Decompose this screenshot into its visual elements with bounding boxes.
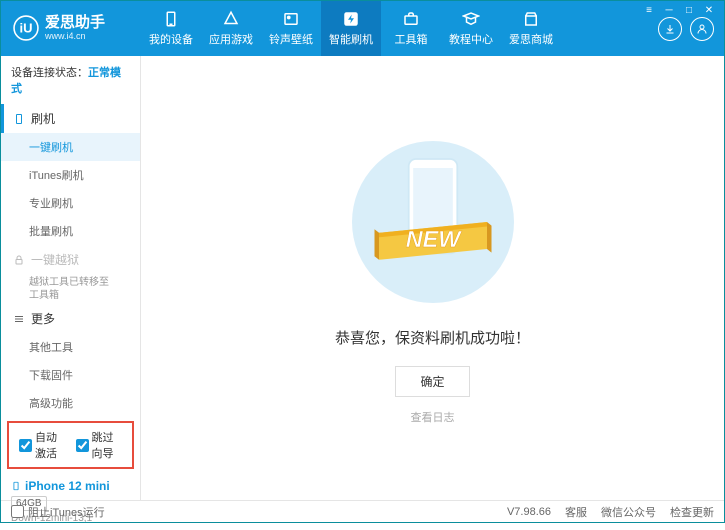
success-illustration: NEW [343, 132, 523, 312]
sidebar-item-advanced[interactable]: 高级功能 [1, 389, 140, 417]
flash-icon [342, 10, 360, 28]
close-button[interactable]: ✕ [700, 3, 718, 17]
view-log-link[interactable]: 查看日志 [411, 409, 455, 425]
user-icon [696, 23, 708, 35]
app-logo-icon: iU [13, 15, 39, 41]
app-title: 爱思助手 [45, 15, 105, 32]
ok-button[interactable]: 确定 [395, 366, 469, 397]
download-button[interactable] [658, 17, 682, 41]
main-content: NEW 恭喜您，保资料刷机成功啦！ 确定 查看日志 [141, 56, 724, 500]
phone-icon [162, 10, 180, 28]
success-message: 恭喜您，保资料刷机成功啦！ [335, 327, 530, 348]
window-controls: ≡ ─ □ ✕ [640, 3, 718, 17]
checkbox-block-itunes[interactable]: 阻止iTunes运行 [11, 504, 105, 520]
nav-my-device[interactable]: 我的设备 [141, 1, 201, 56]
nav-toolbox[interactable]: 工具箱 [381, 1, 441, 56]
checkbox-skip-guide[interactable]: 跳过向导 [76, 429, 123, 461]
sidebar-section-flash[interactable]: 刷机 [1, 104, 140, 133]
minimize-button[interactable]: ─ [660, 3, 678, 17]
svg-text:iU: iU [20, 21, 33, 36]
sidebar-item-oneclick-flash[interactable]: 一键刷机 [1, 133, 140, 161]
store-icon [522, 10, 540, 28]
app-header: ≡ ─ □ ✕ iU 爱思助手 www.i4.cn 我的设备 应用游戏 铃声壁纸… [1, 1, 724, 56]
sidebar-section-more[interactable]: 更多 [1, 304, 140, 333]
more-icon [13, 313, 25, 325]
user-button[interactable] [690, 17, 714, 41]
customer-service-link[interactable]: 客服 [565, 504, 587, 520]
logo-area: iU 爱思助手 www.i4.cn [1, 15, 141, 41]
nav-store[interactable]: 爱思商城 [501, 1, 561, 56]
apps-icon [222, 10, 240, 28]
maximize-button[interactable]: □ [680, 3, 698, 17]
download-icon [664, 23, 676, 35]
menu-button[interactable]: ≡ [640, 3, 658, 17]
device-info: iPhone 12 mini 64GB Down-12mini-13,1 [1, 473, 140, 530]
sidebar-item-itunes-flash[interactable]: iTunes刷机 [1, 161, 140, 189]
nav-apps-games[interactable]: 应用游戏 [201, 1, 261, 56]
version-label: V7.98.66 [507, 506, 551, 518]
sidebar-section-jailbreak: 一键越狱 [1, 245, 140, 274]
lock-icon [13, 254, 25, 266]
svg-text:NEW: NEW [405, 226, 461, 252]
nav-smart-flash[interactable]: 智能刷机 [321, 1, 381, 56]
wallpaper-icon [282, 10, 300, 28]
app-url: www.i4.cn [45, 32, 105, 42]
nav-ringtones[interactable]: 铃声壁纸 [261, 1, 321, 56]
phone-icon [13, 113, 25, 125]
sidebar-item-batch-flash[interactable]: 批量刷机 [1, 217, 140, 245]
jailbreak-note: 越狱工具已转移至工具箱 [1, 274, 140, 304]
sidebar: 设备连接状态：正常模式 刷机 一键刷机 iTunes刷机 专业刷机 批量刷机 一… [1, 56, 141, 500]
main-nav: 我的设备 应用游戏 铃声壁纸 智能刷机 工具箱 教程中心 爱思商城 [141, 1, 561, 56]
toolbox-icon [402, 10, 420, 28]
tutorial-icon [462, 10, 480, 28]
checkbox-auto-activate[interactable]: 自动激活 [19, 429, 66, 461]
connection-status: 设备连接状态：正常模式 [1, 56, 140, 104]
sidebar-item-pro-flash[interactable]: 专业刷机 [1, 189, 140, 217]
wechat-link[interactable]: 微信公众号 [601, 504, 656, 520]
options-checkboxes: 自动激活 跳过向导 [7, 421, 134, 469]
phone-icon [11, 479, 21, 493]
device-name[interactable]: iPhone 12 mini [11, 479, 130, 493]
check-update-link[interactable]: 检查更新 [670, 504, 714, 520]
nav-tutorials[interactable]: 教程中心 [441, 1, 501, 56]
sidebar-item-download-firmware[interactable]: 下载固件 [1, 361, 140, 389]
sidebar-item-other-tools[interactable]: 其他工具 [1, 333, 140, 361]
